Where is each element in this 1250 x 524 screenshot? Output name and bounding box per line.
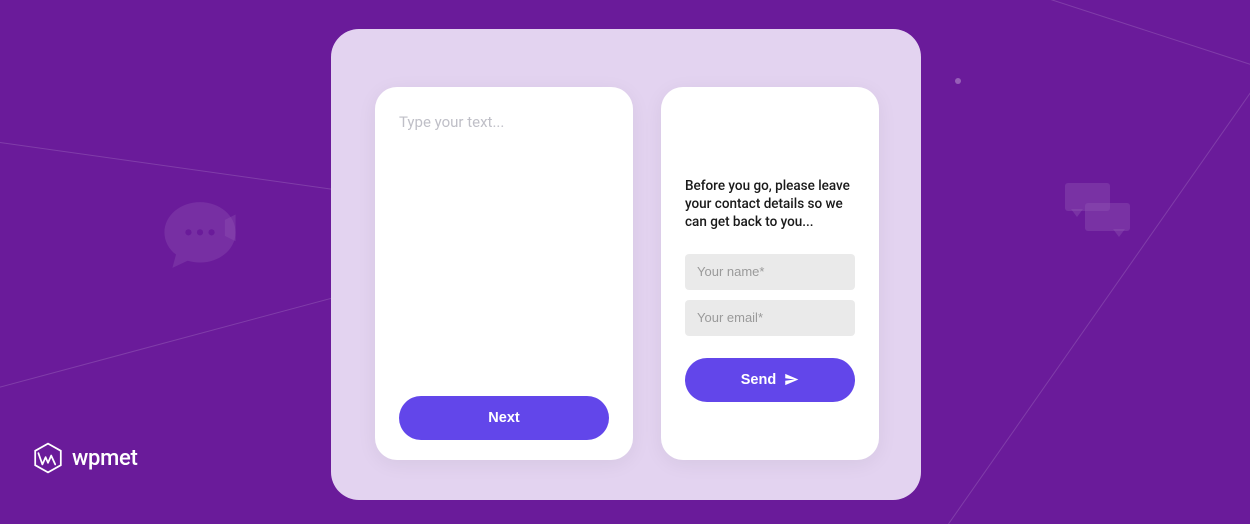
brand-name: wpmet bbox=[72, 446, 137, 471]
next-button[interactable]: Next bbox=[399, 396, 609, 440]
paper-plane-icon bbox=[784, 372, 799, 387]
name-input[interactable] bbox=[685, 254, 855, 290]
logo-mark-icon bbox=[32, 442, 64, 474]
message-textarea[interactable] bbox=[399, 113, 609, 396]
messages-icon bbox=[1065, 183, 1135, 243]
decor-dot bbox=[955, 78, 961, 84]
text-entry-card: Next bbox=[375, 87, 633, 460]
send-button[interactable]: Send bbox=[685, 358, 855, 402]
main-container: Next Before you go, please leave your co… bbox=[331, 29, 921, 500]
chat-bubble-icon bbox=[155, 195, 245, 275]
contact-details-card: Before you go, please leave your contact… bbox=[661, 87, 879, 460]
send-button-label: Send bbox=[741, 372, 776, 388]
prompt-text: Before you go, please leave your contact… bbox=[685, 177, 855, 232]
decor-line bbox=[948, 0, 1250, 524]
email-input[interactable] bbox=[685, 300, 855, 336]
brand-logo: wpmet bbox=[32, 442, 137, 474]
